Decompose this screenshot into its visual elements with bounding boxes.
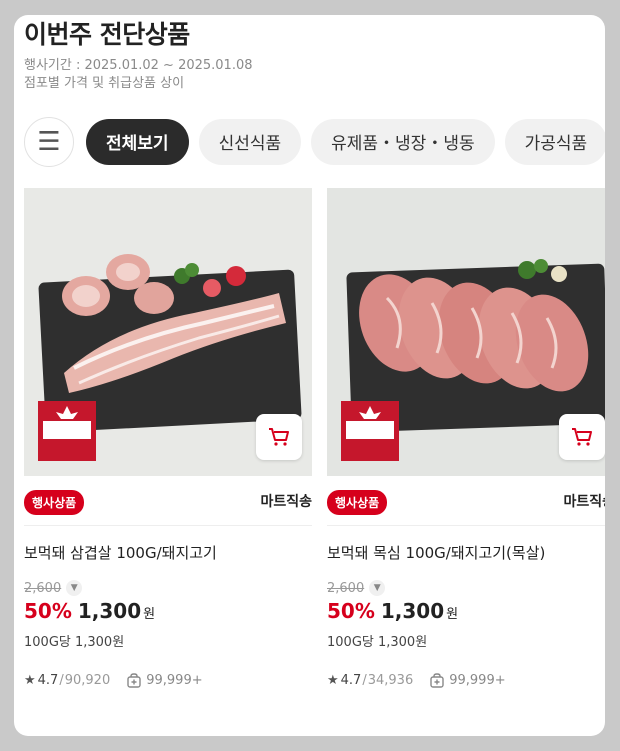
price-row: 50% 1,300 원 <box>24 599 312 625</box>
tab-all[interactable]: 전체보기 <box>86 118 189 165</box>
product-image[interactable] <box>24 188 312 476</box>
original-price: 2,600 <box>24 580 62 596</box>
product-tags: 행사상품 마트직송 <box>24 476 312 526</box>
unit-price: 100G당 1,300원 <box>24 635 125 650</box>
price-row: 50% 1,300 원 <box>327 599 605 625</box>
add-to-cart-button[interactable] <box>256 414 302 460</box>
original-price: 2,600 <box>327 580 365 596</box>
tab-dairy-chilled-frozen[interactable]: 유제품・냉장・냉동 <box>311 118 495 165</box>
page-title: 이번주 전단상품 <box>24 20 190 49</box>
event-period: 행사기간 : 2025.01.02 ~ 2025.01.08 <box>24 58 253 73</box>
product-name[interactable]: 보먹돼 목심 100G/돼지고기(목살) <box>327 542 605 572</box>
product-card[interactable]: 행사상품 마트직송 보먹돼 목심 100G/돼지고기(목살) 2,600 ▼ 5… <box>327 188 605 689</box>
event-badge: 행사상품 <box>24 490 85 515</box>
product-tags: 행사상품 마트직송 <box>327 476 605 526</box>
pick-count: 99,999+ <box>146 672 203 688</box>
review-count: 90,920 <box>64 672 111 688</box>
rating-separator: / <box>362 672 367 688</box>
review-count: 34,936 <box>367 672 414 688</box>
rating-separator: / <box>59 672 64 688</box>
cart-icon <box>572 428 592 446</box>
store-note: 점포별 가격 및 취급상품 상이 <box>24 76 185 91</box>
category-tabs: ☰ 전체보기 신선식품 유제품・냉장・냉동 가공식품 <box>24 116 605 167</box>
pick-bag-icon <box>127 672 141 688</box>
discount-rate: 50% <box>24 599 72 623</box>
pick-count-group: 99,999+ <box>429 672 506 688</box>
sale-price: 1,300 <box>77 599 142 623</box>
product-name[interactable]: 보먹돼 삼겹살 100G/돼지고기 <box>24 542 312 572</box>
product-meta: ★ 4.7 / 90,920 99,999+ <box>24 671 312 689</box>
discount-rate: 50% <box>327 599 375 623</box>
add-to-cart-button[interactable] <box>559 414 605 460</box>
pick-count: 99,999+ <box>449 672 506 688</box>
rating: 4.7 <box>340 672 362 688</box>
product-card[interactable]: 행사상품 마트직송 보먹돼 삼겹살 100G/돼지고기 2,600 ▼ 50% … <box>24 188 312 689</box>
chevron-down-icon[interactable]: ▼ <box>66 580 83 596</box>
product-meta: ★ 4.7 / 34,936 99,999+ <box>327 671 605 689</box>
currency-label: 원 <box>143 607 156 622</box>
shipping-label: 마트직송 <box>260 494 312 510</box>
pick-count-group: 99,999+ <box>126 672 203 688</box>
hamburger-menu-icon: ☰ <box>37 126 61 157</box>
currency-label: 원 <box>446 607 459 622</box>
sale-price: 1,300 <box>380 599 445 623</box>
cart-icon <box>269 428 289 446</box>
pick-bag-icon <box>430 672 444 688</box>
star-icon: ★ <box>327 672 339 688</box>
flyer-card: 이번주 전단상품 행사기간 : 2025.01.02 ~ 2025.01.08 … <box>14 15 605 736</box>
original-price-row: 2,600 ▼ <box>24 580 312 596</box>
tab-fresh[interactable]: 신선식품 <box>198 118 302 165</box>
original-price-row: 2,600 ▼ <box>327 580 605 596</box>
rating: 4.7 <box>37 672 59 688</box>
chevron-down-icon[interactable]: ▼ <box>369 580 386 596</box>
unit-price: 100G당 1,300원 <box>327 635 428 650</box>
event-badge: 행사상품 <box>327 490 388 515</box>
shipping-label: 마트직송 <box>563 494 605 510</box>
product-image[interactable] <box>327 188 605 476</box>
menu-button[interactable]: ☰ <box>24 116 74 167</box>
tab-processed[interactable]: 가공식품 <box>504 118 605 165</box>
star-icon: ★ <box>24 672 36 688</box>
